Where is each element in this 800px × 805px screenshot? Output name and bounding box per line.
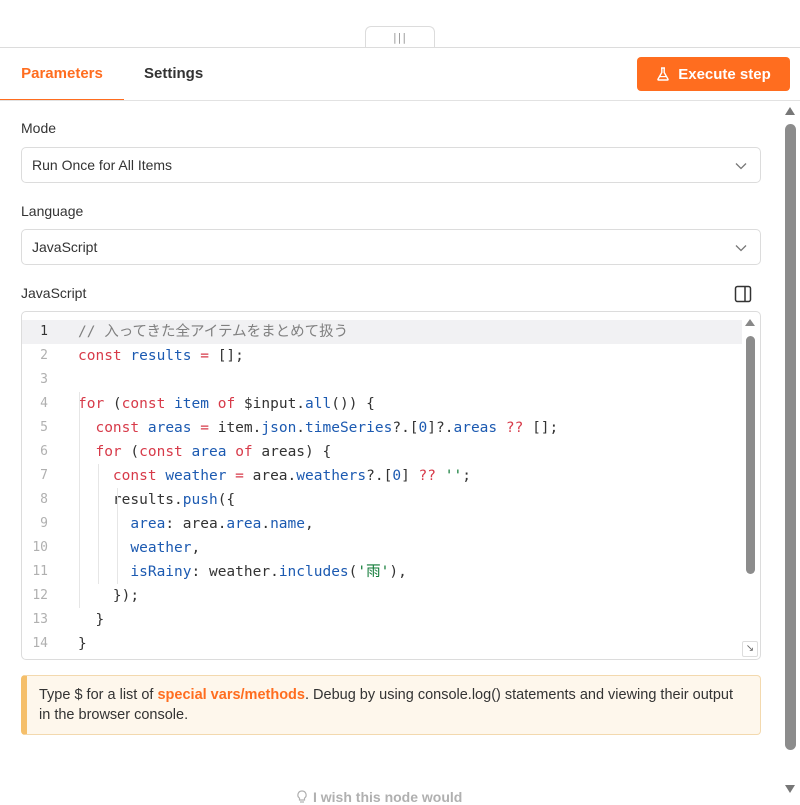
page-scroll-thumb[interactable] — [785, 124, 796, 750]
language-select[interactable]: JavaScript — [21, 229, 761, 265]
language-select-value: JavaScript — [32, 239, 98, 255]
code-line[interactable]: 4 for (const item of $input.all()) { — [22, 392, 742, 416]
code-text: const results = []; — [78, 348, 244, 364]
line-number: 13 — [32, 612, 48, 627]
line-number: 5 — [40, 420, 48, 435]
code-text: results.push({ — [78, 492, 236, 508]
code-line[interactable]: 12 }); — [22, 584, 742, 608]
code-text: // 入ってきた全アイテムをまとめて扱う — [78, 324, 349, 340]
code-text: const areas = item.json.timeSeries?.[0]?… — [95, 420, 559, 436]
line-number: 14 — [32, 636, 48, 651]
code-editor-label: JavaScript — [21, 285, 87, 301]
info-notice: Type $ for a list of special vars/method… — [21, 675, 761, 735]
page-scroll-down-arrow[interactable] — [785, 785, 795, 793]
code-text: isRainy: weather.includes('雨'), — [130, 564, 407, 580]
indent-guide — [117, 488, 119, 584]
line-number: 3 — [40, 372, 48, 387]
editor-resize-handle[interactable]: ↘ — [742, 641, 758, 657]
mode-label: Mode — [21, 120, 57, 136]
execute-step-label: Execute step — [678, 65, 771, 83]
line-number: 11 — [32, 564, 48, 579]
code-text: for (const area of areas) { — [95, 444, 332, 460]
tabs-divider — [0, 100, 800, 101]
line-number: 4 — [40, 396, 48, 411]
line-number: 9 — [40, 516, 48, 531]
feedback-link[interactable]: I wish this node would — [296, 789, 462, 805]
code-line[interactable]: 5 const areas = item.json.timeSeries?.[0… — [22, 416, 742, 440]
code-text: } — [78, 636, 87, 652]
lightbulb-icon — [297, 790, 307, 803]
code-line[interactable]: 11 isRainy: weather.includes('雨'), — [22, 560, 742, 584]
tab-settings[interactable]: Settings — [144, 48, 203, 99]
indent-guide — [98, 464, 100, 584]
feedback-label: I wish this node would — [313, 789, 463, 805]
code-line[interactable]: 2 const results = []; — [22, 344, 742, 368]
special-vars-link[interactable]: special vars/methods — [157, 687, 305, 703]
flask-icon — [657, 67, 669, 81]
code-text: const weather = area.weathers?.[0] ?? ''… — [112, 468, 471, 484]
code-text: weather, — [130, 540, 201, 556]
editor-scroll-up-arrow[interactable] — [745, 319, 755, 326]
code-text: area: area.area.name, — [130, 516, 314, 532]
code-line[interactable]: 14} — [22, 632, 742, 656]
line-number: 12 — [32, 588, 48, 603]
code-line[interactable]: 3 — [22, 368, 742, 392]
code-text: } — [78, 612, 105, 628]
page-scroll-up-arrow[interactable] — [785, 107, 795, 115]
panel-drag-handle[interactable]: ||| — [365, 26, 435, 48]
code-line[interactable]: 9 area: area.area.name, — [22, 512, 742, 536]
code-text: }); — [78, 588, 140, 604]
language-label: Language — [21, 203, 84, 219]
code-line[interactable]: 6 for (const area of areas) { — [22, 440, 742, 464]
mode-select[interactable]: Run Once for All Items — [21, 147, 761, 183]
code-text: for (const item of $input.all()) { — [78, 396, 375, 412]
line-number: 1 — [40, 324, 48, 339]
side-panel-toggle-icon[interactable] — [734, 285, 752, 303]
line-number: 10 — [32, 540, 48, 555]
code-line[interactable]: 10 weather, — [22, 536, 742, 560]
code-editor[interactable]: 1 // 入ってきた全アイテムをまとめて扱う 2 const results = []… — [21, 311, 761, 660]
line-number: 6 — [40, 444, 48, 459]
notice-text-prefix: Type $ for a list of — [39, 687, 158, 703]
code-line[interactable]: 13 } — [22, 608, 742, 632]
line-number: 8 — [40, 492, 48, 507]
code-line[interactable]: 7 const weather = area.weathers?.[0] ?? … — [22, 464, 742, 488]
code-line[interactable]: 1 // 入ってきた全アイテムをまとめて扱う — [22, 320, 742, 344]
line-number: 7 — [40, 468, 48, 483]
editor-scroll-thumb[interactable] — [746, 336, 755, 574]
indent-guide — [79, 392, 80, 608]
mode-select-value: Run Once for All Items — [32, 157, 173, 173]
chevron-down-icon — [735, 163, 747, 170]
chevron-down-icon — [735, 245, 747, 252]
tab-parameters[interactable]: Parameters — [0, 48, 124, 101]
editor-scrollbar[interactable] — [744, 312, 760, 659]
line-number: 2 — [40, 348, 48, 363]
execute-step-button[interactable]: Execute step — [637, 57, 790, 91]
code-line[interactable]: 8 results.push({ — [22, 488, 742, 512]
